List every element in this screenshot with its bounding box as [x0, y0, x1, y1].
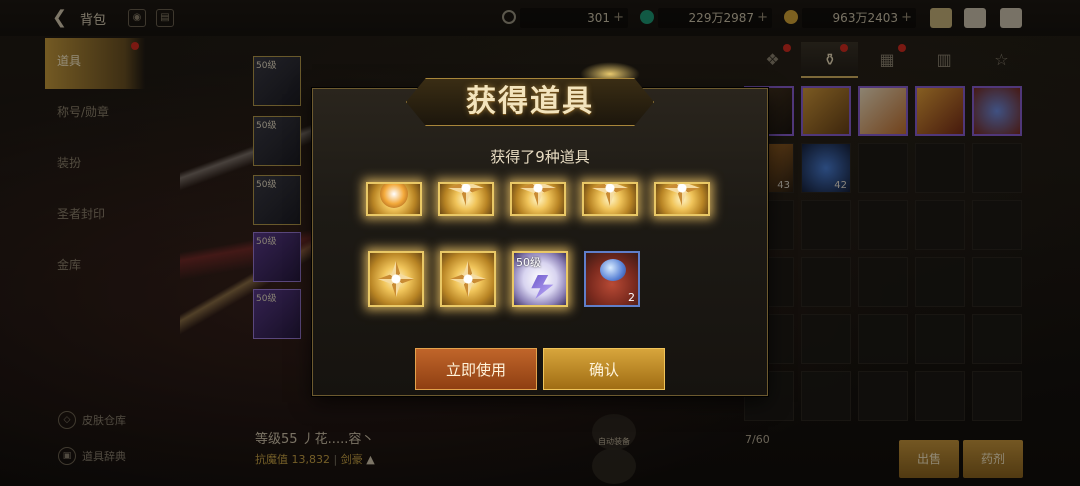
dialog-subtitle: 获得了9种道具 — [490, 148, 590, 166]
reward-item[interactable] — [368, 251, 424, 307]
confirm-label: 确认 — [588, 361, 619, 379]
flower-icon — [378, 261, 414, 297]
reward-item[interactable] — [510, 182, 566, 216]
flower-icon — [450, 261, 486, 297]
orb-bag-icon — [600, 259, 626, 281]
lightning-icon — [531, 275, 554, 299]
flower-icon — [664, 184, 700, 206]
item-count: 2 — [628, 291, 635, 304]
reward-item[interactable]: 2 — [584, 251, 640, 307]
flower-icon — [448, 184, 484, 206]
reward-item[interactable] — [366, 182, 422, 216]
item-level: 50级 — [516, 256, 541, 269]
confirm-button[interactable]: 确认 — [543, 348, 665, 390]
reward-item[interactable] — [438, 182, 494, 216]
use-now-button[interactable]: 立即使用 — [415, 348, 537, 390]
orb-icon — [380, 184, 408, 208]
reward-item[interactable] — [654, 182, 710, 216]
reward-item[interactable]: 50级 — [512, 251, 568, 307]
reward-item[interactable] — [582, 182, 638, 216]
use-now-label: 立即使用 — [445, 361, 506, 379]
dialog-title: 获得道具 — [466, 84, 594, 119]
flower-icon — [592, 184, 628, 206]
reward-dialog — [312, 88, 768, 396]
reward-item[interactable] — [440, 251, 496, 307]
flower-icon — [520, 184, 556, 206]
